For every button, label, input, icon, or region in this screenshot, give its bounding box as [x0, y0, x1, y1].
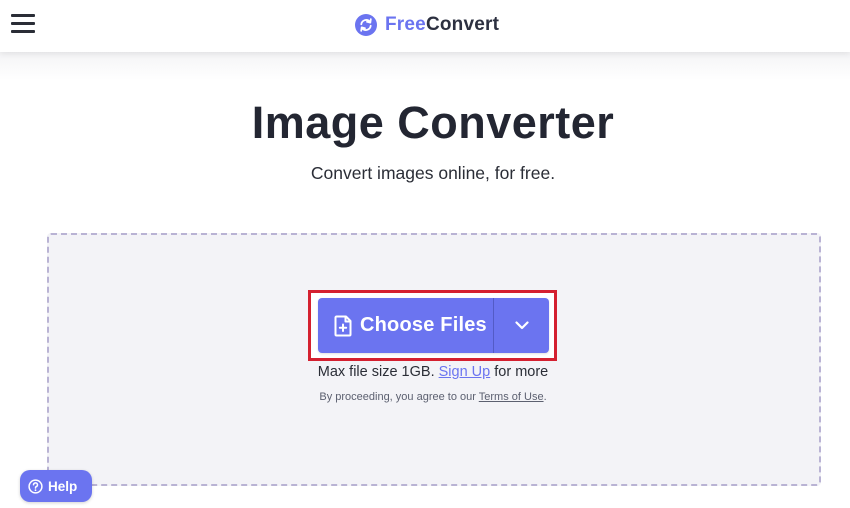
limit-prefix: Max file size 1GB.: [317, 364, 435, 380]
menu-line: [11, 30, 35, 33]
top-navigation-bar: FreeConvert: [0, 0, 850, 52]
help-button[interactable]: Help: [20, 470, 92, 502]
terms-notice: By proceeding, you agree to our Terms of…: [0, 389, 850, 405]
file-plus-icon: [334, 315, 352, 336]
logo-wordmark: FreeConvert: [385, 14, 499, 36]
logo-text-free: Free: [385, 14, 426, 35]
upload-source-dropdown[interactable]: [494, 298, 549, 353]
help-label: Help: [48, 478, 78, 494]
terms-prefix: By proceeding, you agree to our: [319, 391, 476, 403]
choose-files-label: Choose Files: [360, 314, 487, 336]
choose-files-button[interactable]: Choose Files: [318, 298, 493, 353]
hamburger-menu-icon[interactable]: [11, 14, 35, 34]
page-subtitle: Convert images online, for free.: [310, 163, 556, 183]
terms-of-use-link[interactable]: Terms of Use: [479, 391, 544, 403]
menu-line: [11, 14, 35, 17]
freeconvert-logo[interactable]: FreeConvert: [355, 13, 499, 37]
menu-line: [11, 22, 35, 25]
sign-up-link[interactable]: Sign Up: [439, 364, 491, 380]
page-title: Image Converter: [251, 97, 615, 148]
chevron-down-icon: [514, 321, 529, 330]
limit-suffix: for more: [494, 364, 549, 380]
choose-files-button-group: Choose Files: [318, 298, 549, 353]
refresh-circle-icon: [355, 14, 377, 36]
file-size-limit-text: Max file size 1GB. Sign Up for more: [0, 362, 850, 382]
logo-text-convert: Convert: [425, 14, 500, 35]
question-circle-icon: [28, 478, 43, 494]
terms-suffix: .: [543, 391, 547, 403]
